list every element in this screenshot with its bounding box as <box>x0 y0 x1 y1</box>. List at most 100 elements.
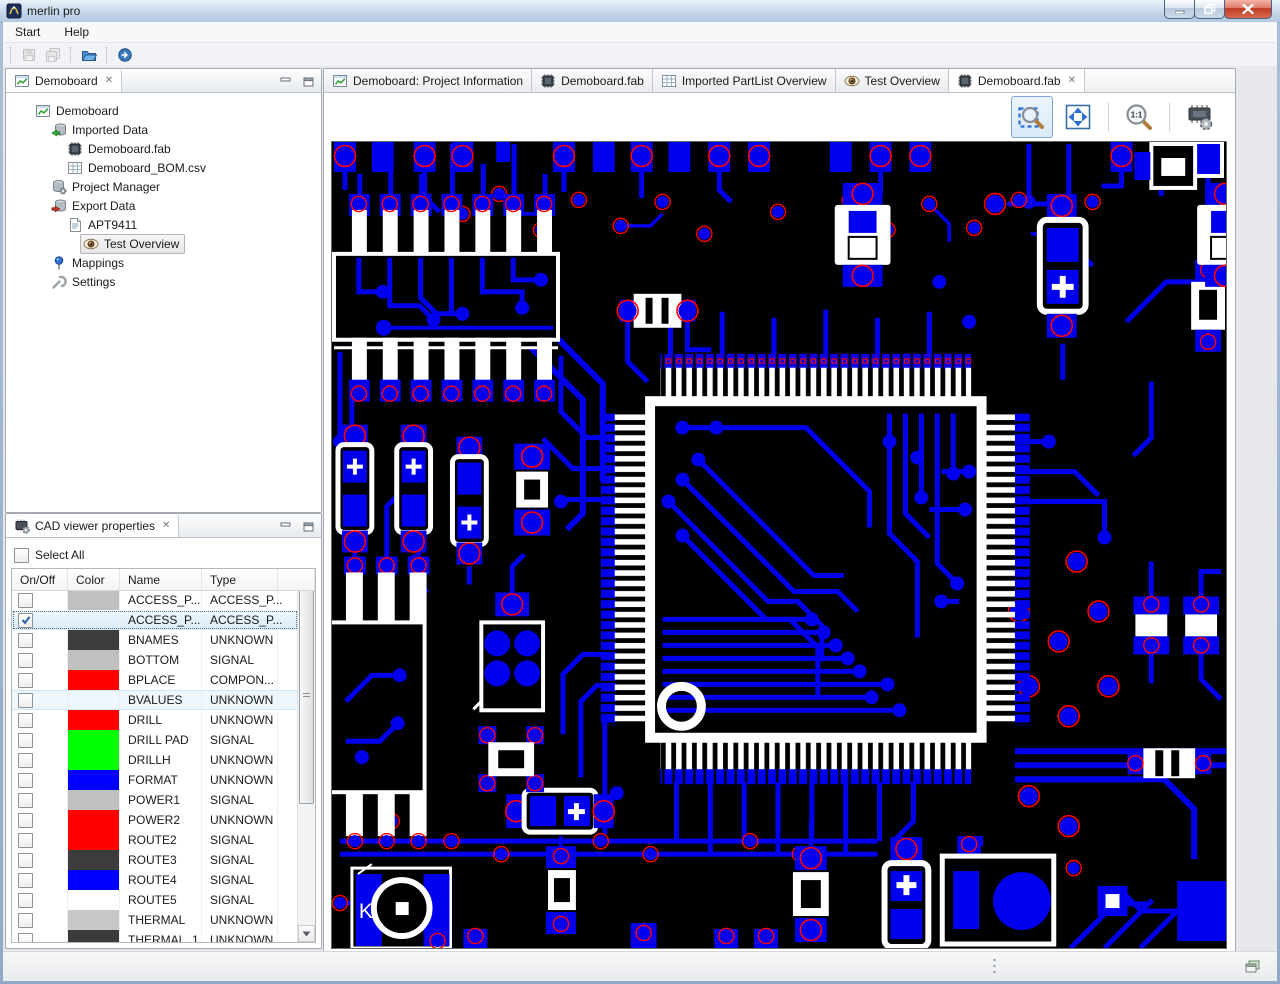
layer-color-cell[interactable] <box>68 910 120 930</box>
layer-color-swatch[interactable] <box>68 750 119 770</box>
layer-visibility-checkbox[interactable] <box>18 793 33 808</box>
explorer-tab-demoboard[interactable]: Demoboard ✕ <box>6 69 122 92</box>
layer-color-cell[interactable] <box>68 870 120 890</box>
layer-color-cell[interactable] <box>68 790 120 810</box>
layer-visibility-checkbox[interactable] <box>18 593 33 608</box>
layer-visibility-checkbox[interactable] <box>18 813 33 828</box>
layer-visibility-checkbox[interactable] <box>18 753 33 768</box>
layer-color-cell[interactable] <box>68 750 120 770</box>
layer-row-route4[interactable]: ROUTE4SIGNAL <box>12 870 298 890</box>
table-scrollbar[interactable] <box>297 569 315 942</box>
layer-visibility-checkbox[interactable] <box>18 873 33 888</box>
layer-visibility-checkbox[interactable] <box>18 933 33 943</box>
layer-row-power1[interactable]: POWER1SIGNAL <box>12 790 298 810</box>
close-icon[interactable]: ✕ <box>1068 75 1076 86</box>
layer-color-swatch[interactable] <box>68 770 119 790</box>
layer-color-cell[interactable] <box>68 930 120 942</box>
layer-row-access-p[interactable]: ACCESS_P...ACCESS_P... <box>12 590 298 610</box>
layer-row-drill[interactable]: DRILLUNKNOWN <box>12 710 298 730</box>
layer-color-swatch[interactable] <box>68 830 119 850</box>
layer-row-bnames[interactable]: BNAMESUNKNOWN <box>12 630 298 650</box>
tree-item-imported-data[interactable]: Imported Data <box>6 120 321 139</box>
layer-color-swatch[interactable] <box>68 790 119 810</box>
layer-row-route2[interactable]: ROUTE2SIGNAL <box>12 830 298 850</box>
zoom-one-to-one-button[interactable]: 1:1 <box>1118 96 1160 138</box>
layer-color-cell[interactable] <box>68 670 120 690</box>
layer-visibility-checkbox[interactable] <box>18 713 33 728</box>
column-header-color[interactable]: Color <box>68 569 120 590</box>
layer-color-swatch[interactable] <box>68 850 119 870</box>
layer-row-bplace[interactable]: BPLACECOMPON... <box>12 670 298 690</box>
tree-item-demoboard[interactable]: Demoboard <box>6 101 321 120</box>
tree-item-demoboard-fab[interactable]: Demoboard.fab <box>6 139 321 158</box>
layer-color-swatch[interactable] <box>68 590 119 610</box>
layer-visibility-checkbox[interactable] <box>18 613 33 628</box>
layer-row-route3[interactable]: ROUTE3SIGNAL <box>12 850 298 870</box>
layer-color-cell[interactable] <box>68 710 120 730</box>
zoom-selection-button[interactable] <box>1011 96 1053 138</box>
layer-color-swatch[interactable] <box>68 630 119 650</box>
layer-color-cell[interactable] <box>68 690 120 710</box>
tree-item-demoboard-bom-csv[interactable]: Demoboard_BOM.csv <box>6 158 321 177</box>
menu-help[interactable]: Help <box>61 24 92 40</box>
layer-row-drill-pad[interactable]: DRILL PADSIGNAL <box>12 730 298 750</box>
close-tab-icon[interactable]: ✕ <box>105 75 113 86</box>
layer-color-cell[interactable] <box>68 650 120 670</box>
layer-color-cell[interactable] <box>68 590 120 610</box>
close-button[interactable] <box>1224 0 1272 19</box>
minimize-button[interactable] <box>1164 0 1195 19</box>
tree-item-settings[interactable]: Settings <box>6 272 321 291</box>
scroll-down-button[interactable] <box>298 925 315 942</box>
editor-tab-imported-partlist-overview[interactable]: Imported PartList Overview <box>653 69 836 92</box>
save-button[interactable] <box>17 44 41 66</box>
layer-visibility-checkbox[interactable] <box>18 733 33 748</box>
save-all-button[interactable] <box>41 44 65 66</box>
layer-color-swatch[interactable] <box>68 910 119 930</box>
layer-color-cell[interactable] <box>68 890 120 910</box>
layer-color-swatch[interactable] <box>68 810 119 830</box>
editor-tab-demoboard-fab[interactable]: Demoboard.fab <box>532 69 653 92</box>
layer-row-drillh[interactable]: DRILLHUNKNOWN <box>12 750 298 770</box>
open-folder-button[interactable] <box>77 44 101 66</box>
column-header-type[interactable]: Type <box>202 569 278 590</box>
cad-settings-button[interactable] <box>1179 96 1221 138</box>
layer-row-thermal-1[interactable]: THERMAL_1UNKNOWN <box>12 930 298 942</box>
tree-item-test-overview[interactable]: Test Overview <box>6 234 321 253</box>
layer-visibility-checkbox[interactable] <box>18 833 33 848</box>
properties-tab[interactable]: CAD viewer properties ✕ <box>6 514 179 537</box>
statusbar-windows-icon[interactable] <box>1245 959 1261 975</box>
layer-visibility-checkbox[interactable] <box>18 773 33 788</box>
menu-start[interactable]: Start <box>12 24 43 40</box>
layer-visibility-checkbox[interactable] <box>18 673 33 688</box>
layer-color-swatch[interactable] <box>68 670 119 690</box>
layer-row-bvalues[interactable]: BVALUESUNKNOWN <box>12 690 298 710</box>
layer-color-swatch[interactable] <box>68 650 119 670</box>
layer-visibility-checkbox[interactable] <box>18 633 33 648</box>
layer-color-swatch[interactable] <box>68 930 119 942</box>
maximize-panel-icon[interactable] <box>300 74 316 90</box>
column-header-name[interactable]: Name <box>120 569 202 590</box>
layer-row-power2[interactable]: POWER2UNKNOWN <box>12 810 298 830</box>
layer-color-swatch[interactable] <box>68 890 119 910</box>
layer-visibility-checkbox[interactable] <box>18 693 33 708</box>
layer-visibility-checkbox[interactable] <box>18 893 33 908</box>
layer-row-bottom[interactable]: BOTTOMSIGNAL <box>12 650 298 670</box>
layer-color-cell[interactable] <box>68 810 120 830</box>
tree-item-apt9411[interactable]: APT9411 <box>6 215 321 234</box>
scrollbar-thumb[interactable] <box>299 587 314 804</box>
pcb-canvas[interactable]: K <box>331 141 1227 949</box>
layer-color-cell[interactable] <box>68 830 120 850</box>
tree-item-export-data[interactable]: Export Data <box>6 196 321 215</box>
tree-item-project-manager[interactable]: Project Manager <box>6 177 321 196</box>
editor-tab-demoboard-fab[interactable]: Demoboard.fab✕ <box>949 69 1085 92</box>
import-button[interactable] <box>113 44 137 66</box>
maximize-panel-icon[interactable] <box>300 519 316 535</box>
editor-tab-test-overview[interactable]: Test Overview <box>836 69 949 92</box>
layer-color-cell[interactable] <box>68 770 120 790</box>
tree-item-mappings[interactable]: Mappings <box>6 253 321 272</box>
layer-row-thermal[interactable]: THERMALUNKNOWN <box>12 910 298 930</box>
layer-color-cell[interactable] <box>68 630 120 650</box>
layer-color-swatch[interactable] <box>68 710 119 730</box>
layer-color-swatch[interactable] <box>68 730 119 750</box>
layer-visibility-checkbox[interactable] <box>18 853 33 868</box>
